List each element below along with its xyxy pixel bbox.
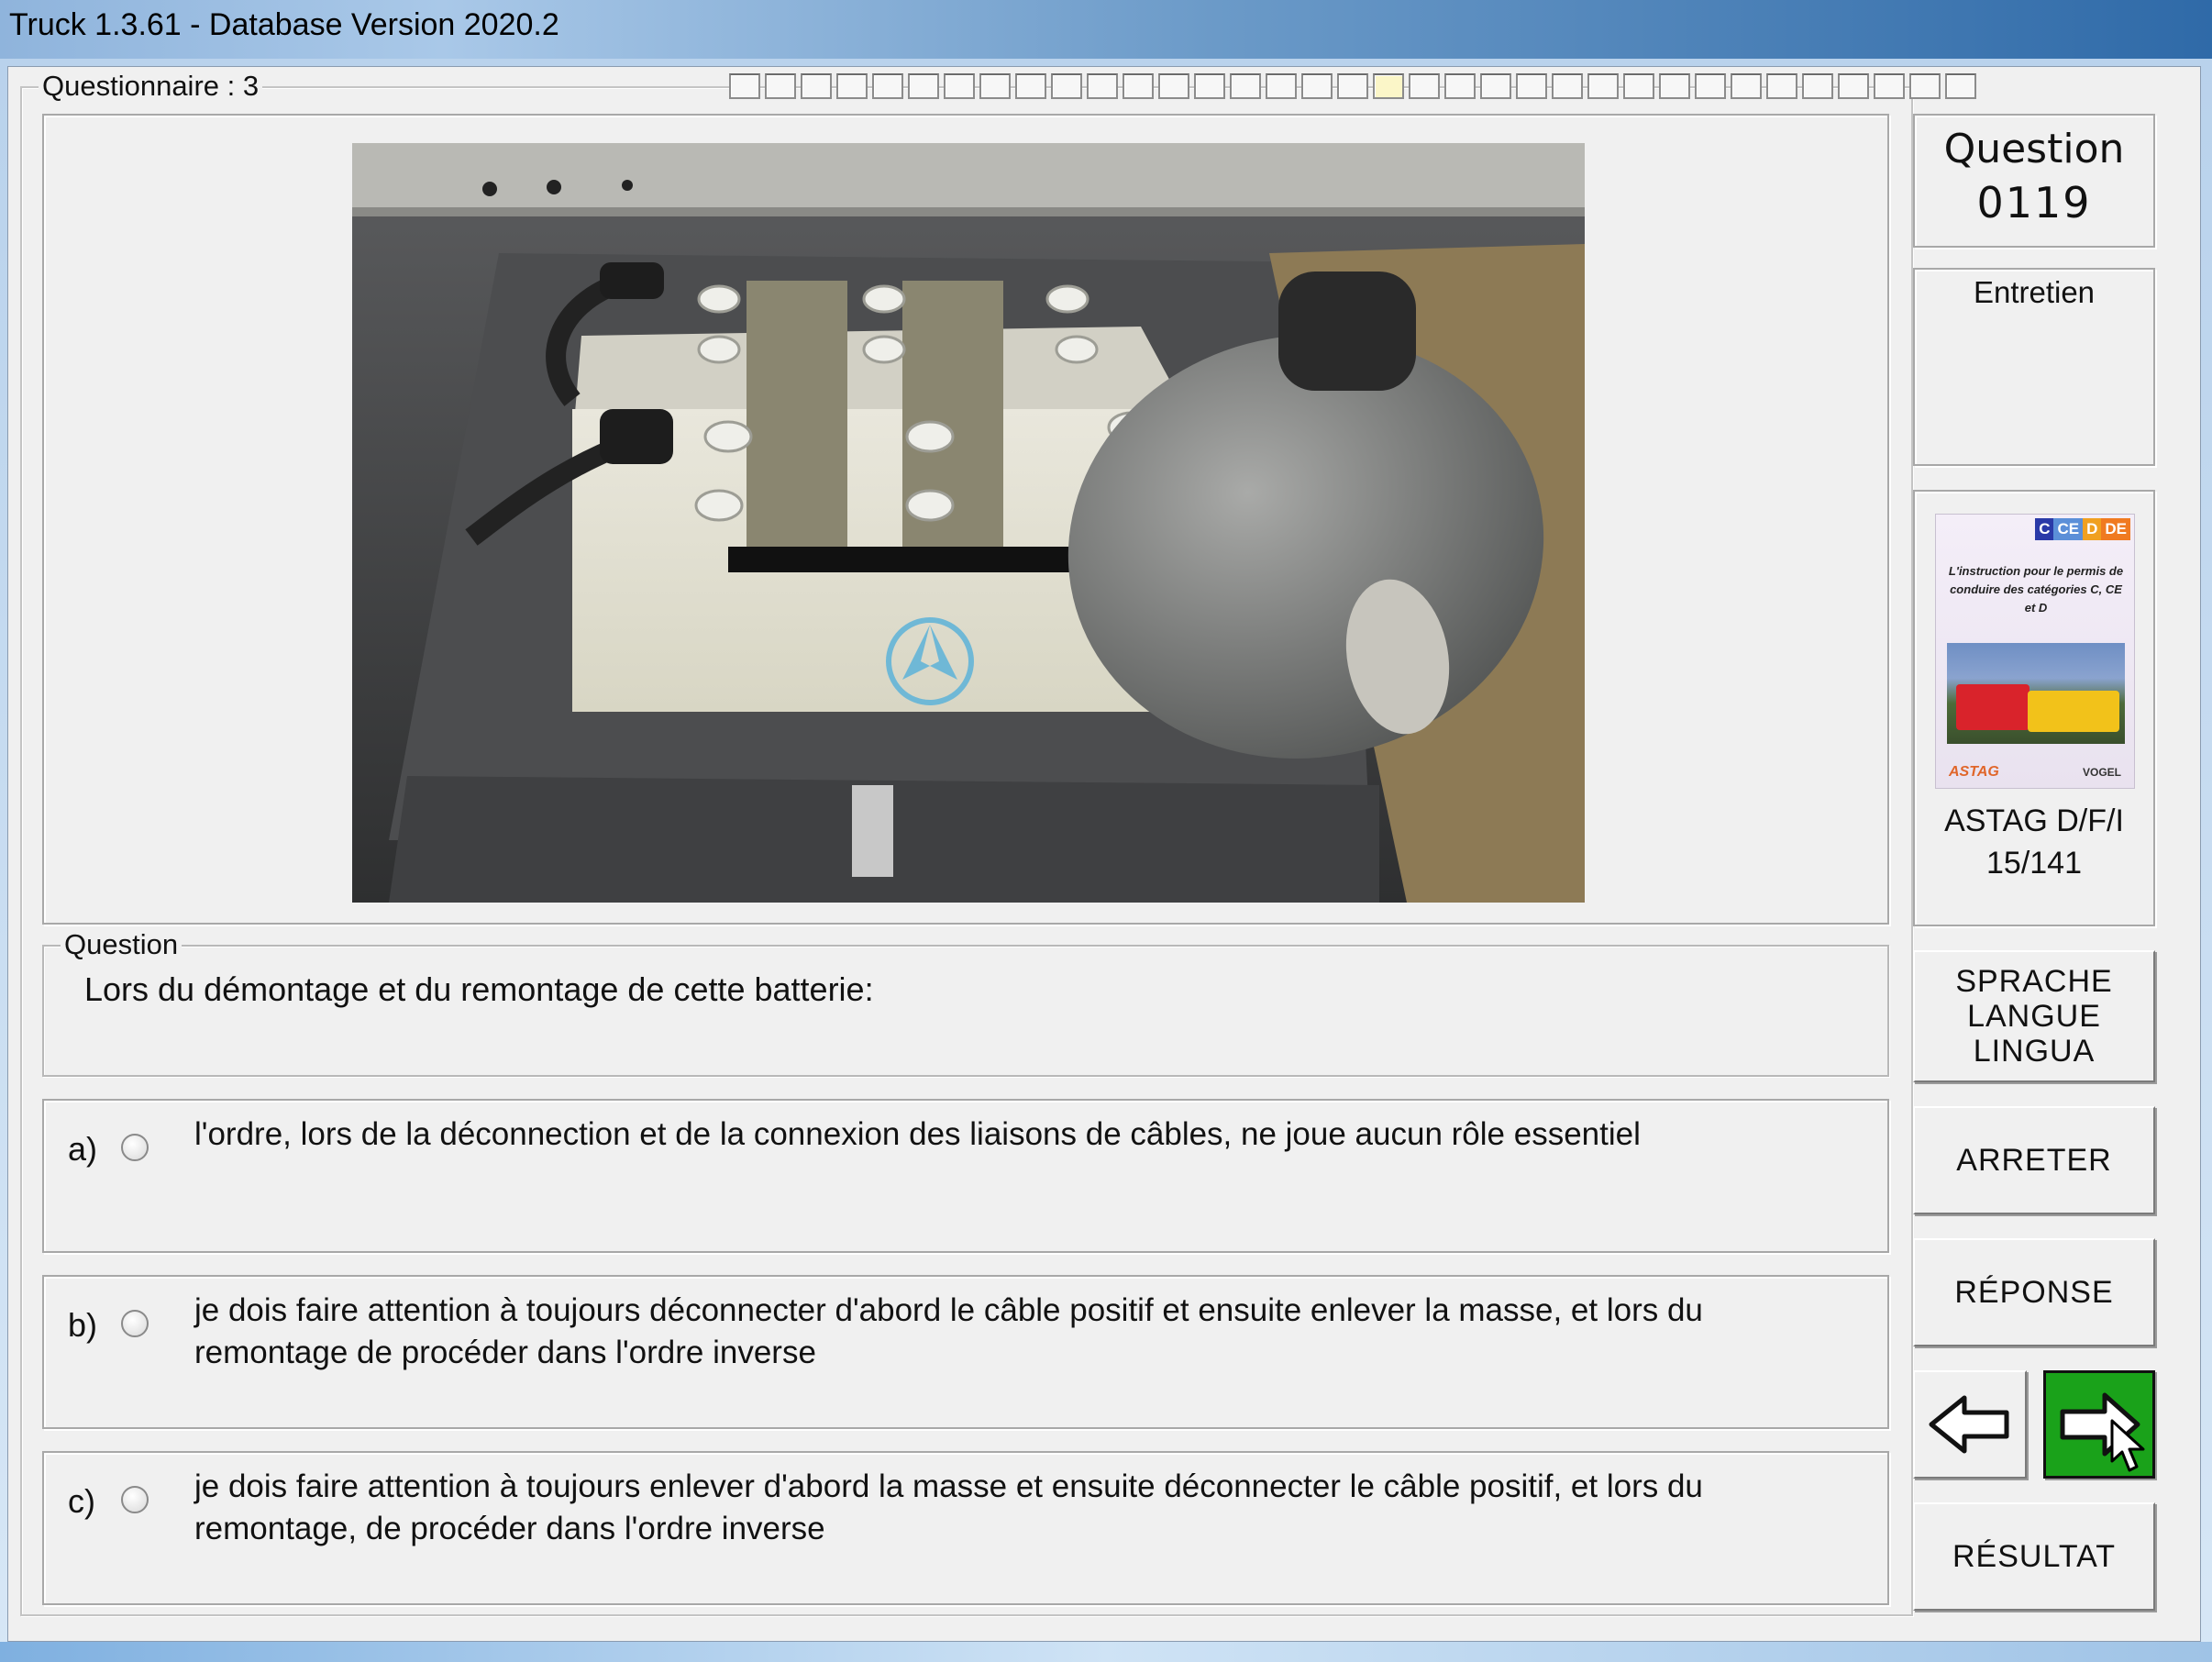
book-publisher-left: ASTAG	[1949, 764, 1999, 780]
progress-box	[836, 73, 868, 99]
answer-c-line1: je dois faire attention à toujours enlev…	[194, 1468, 1703, 1504]
answer-a-letter: a)	[68, 1130, 98, 1168]
progress-box	[1909, 73, 1941, 99]
progress-box	[1659, 73, 1690, 99]
answer-b-letter: b)	[68, 1306, 98, 1344]
badge-de: DE	[2101, 518, 2130, 540]
progress-box	[1373, 73, 1404, 99]
progress-box	[1516, 73, 1547, 99]
questionnaire-progress	[729, 73, 2196, 99]
category-box: Entretien	[1913, 268, 2155, 466]
progress-box	[1266, 73, 1297, 99]
progress-box	[1695, 73, 1726, 99]
progress-box	[1051, 73, 1082, 99]
answer-button[interactable]: RÉPONSE	[1913, 1238, 2155, 1346]
previous-button[interactable]	[1913, 1370, 2027, 1479]
question-number-box: Question 0119	[1913, 114, 2155, 248]
progress-box	[979, 73, 1011, 99]
truck-shape	[1956, 684, 2030, 730]
book-cover-photo	[1947, 643, 2125, 744]
answer-a-radio[interactable]	[121, 1134, 149, 1161]
progress-box	[1194, 73, 1225, 99]
progress-box	[1123, 73, 1154, 99]
progress-box	[729, 73, 760, 99]
badge-ce: CE	[2053, 518, 2084, 540]
progress-box	[1945, 73, 1976, 99]
book-caption-line2: 15/141	[1986, 846, 2082, 881]
progress-box	[1409, 73, 1440, 99]
progress-box	[1015, 73, 1046, 99]
bus-shape	[2028, 691, 2119, 732]
answer-b-line2: remontage de procéder dans l'ordre inver…	[194, 1335, 816, 1370]
progress-box	[1480, 73, 1511, 99]
progress-box	[872, 73, 903, 99]
next-button[interactable]	[2043, 1370, 2155, 1479]
answer-c-letter: c)	[68, 1482, 95, 1520]
progress-box	[1838, 73, 1869, 99]
progress-box	[908, 73, 939, 99]
answer-c-radio[interactable]	[121, 1486, 149, 1513]
result-button[interactable]: RÉSULTAT	[1913, 1502, 2155, 1611]
window-titlebar[interactable]: Truck 1.3.61 - Database Version 2020.2	[0, 0, 2212, 59]
language-label-fr: LANGUE	[1967, 999, 2101, 1034]
badge-d: D	[2083, 518, 2102, 540]
question-number: 0119	[1976, 178, 2092, 227]
window-bottom-edge	[0, 1642, 2212, 1662]
answer-c-text: je dois faire attention à toujours enlev…	[194, 1466, 1864, 1550]
question-text: Lors du démontage et du remontage de cet…	[84, 970, 874, 1008]
progress-box	[1552, 73, 1583, 99]
answer-a-text: l'ordre, lors de la déconnection et de l…	[194, 1114, 1864, 1156]
progress-box	[765, 73, 796, 99]
question-legend: Question	[61, 928, 182, 961]
progress-box	[1874, 73, 1905, 99]
progress-box	[1731, 73, 1762, 99]
answer-a-line1: l'ordre, lors de la déconnection et de l…	[194, 1116, 1641, 1152]
answer-b-text: je dois faire attention à toujours décon…	[194, 1290, 1864, 1374]
arrow-left-icon	[1929, 1395, 2009, 1454]
book-cover-text: L'instruction pour le permis de conduire…	[1948, 564, 2124, 615]
language-button[interactable]: SPRACHE LANGUE LINGUA	[1913, 950, 2155, 1082]
progress-box	[801, 73, 832, 99]
question-groupbox	[42, 945, 1889, 1077]
progress-box	[1444, 73, 1476, 99]
mouse-cursor-icon	[2110, 1419, 2145, 1472]
questionnaire-label: Questionnaire : 3	[39, 70, 263, 103]
book-badges: C CE D DE	[2035, 518, 2130, 540]
progress-box	[1087, 73, 1118, 99]
stop-button[interactable]: ARRETER	[1913, 1106, 2155, 1214]
category-label: Entretien	[1973, 275, 2096, 309]
progress-box	[1802, 73, 1833, 99]
question-title: Question	[1943, 126, 2125, 172]
book-caption-line1: ASTAG D/F/I	[1944, 803, 2124, 838]
answer-b-line1: je dois faire attention à toujours décon…	[194, 1292, 1703, 1328]
book-publisher-right: VOGEL	[2082, 766, 2121, 779]
progress-box	[1158, 73, 1189, 99]
book-cover: C CE D DE L'instruction pour le permis d…	[1935, 514, 2135, 789]
progress-box	[1337, 73, 1368, 99]
language-label-it: LINGUA	[1973, 1034, 2096, 1069]
progress-box	[1301, 73, 1333, 99]
badge-c: C	[2035, 518, 2054, 540]
progress-box	[944, 73, 975, 99]
progress-box	[1766, 73, 1797, 99]
question-photo	[352, 143, 1585, 903]
window-title: Truck 1.3.61 - Database Version 2020.2	[9, 7, 559, 42]
progress-box	[1623, 73, 1654, 99]
book-caption: ASTAG D/F/I 15/141	[1913, 800, 2155, 884]
progress-box	[1230, 73, 1261, 99]
language-label-de: SPRACHE	[1955, 964, 2113, 999]
progress-box	[1587, 73, 1619, 99]
answer-c-line2: remontage, de procéder dans l'ordre inve…	[194, 1511, 825, 1546]
answer-b-radio[interactable]	[121, 1310, 149, 1337]
